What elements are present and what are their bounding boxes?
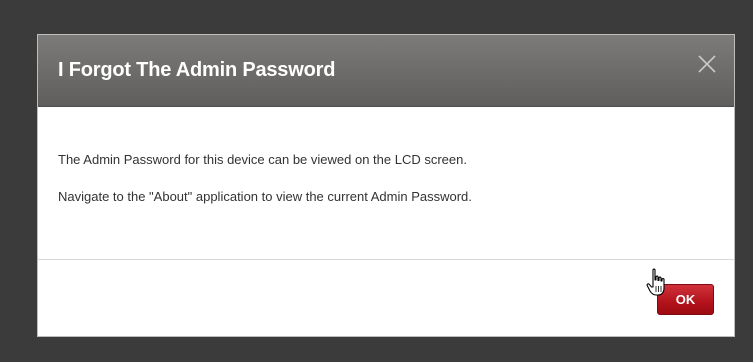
close-button[interactable] — [696, 53, 718, 75]
forgot-password-dialog: I Forgot The Admin Password The Admin Pa… — [37, 34, 735, 337]
dialog-body: The Admin Password for this device can b… — [38, 107, 734, 259]
close-icon — [696, 53, 718, 75]
dialog-title: I Forgot The Admin Password — [58, 59, 336, 81]
dialog-footer: OK — [38, 260, 734, 336]
lcd-screen-info-text: The Admin Password for this device can b… — [58, 152, 467, 167]
dialog-header: I Forgot The Admin Password — [38, 35, 734, 107]
ok-button[interactable]: OK — [657, 284, 714, 315]
about-application-info-text: Navigate to the "About" application to v… — [58, 189, 472, 204]
